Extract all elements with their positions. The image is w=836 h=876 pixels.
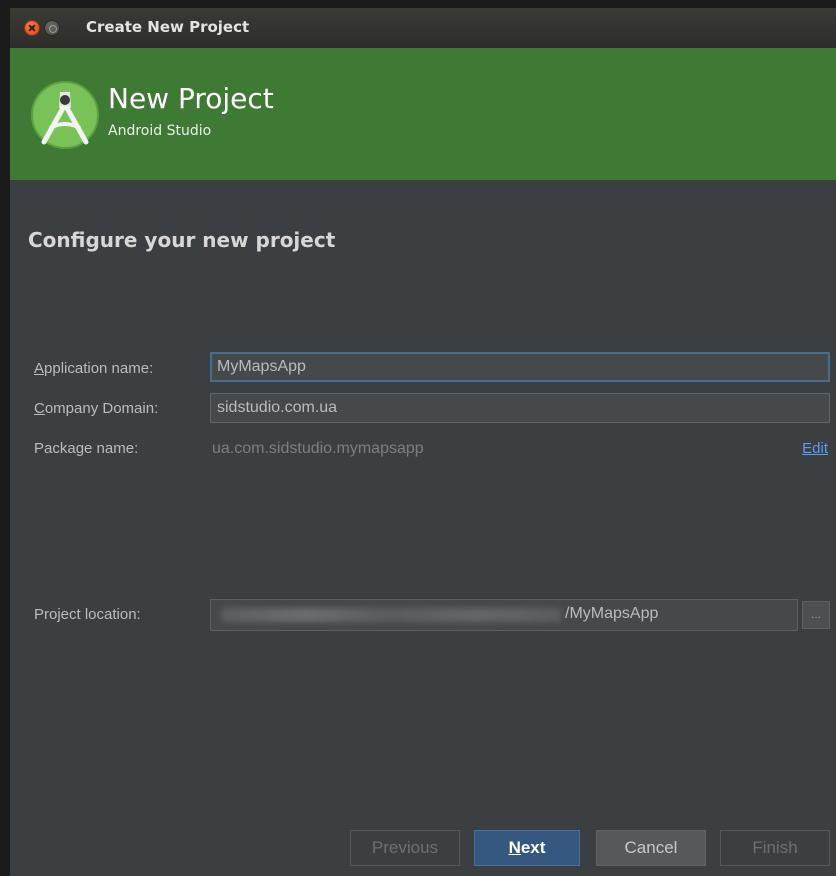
project-location-value: /MyMapsApp [565,605,659,622]
browse-button[interactable]: ... [802,601,830,629]
mnemonic-letter: N [508,838,521,857]
close-icon[interactable] [24,20,40,36]
mnemonic-letter: C [34,400,45,417]
next-label: ext [520,838,546,857]
page-title: Configure your new project [28,228,336,252]
header-subtitle: Android Studio [108,123,212,139]
minimize-icon[interactable] [44,20,60,36]
header-title: New Project [108,82,274,115]
edit-package-link[interactable]: Edit [802,440,828,457]
title-bar: Create New Project [10,8,836,49]
previous-button[interactable]: Previous [350,830,460,866]
create-new-project-window: Create New Project New Project Android S… [10,8,836,876]
mnemonic-letter: A [34,360,45,377]
application-name-label: Application name: [34,360,153,377]
blurred-path [221,608,561,622]
package-name-value: ua.com.sidstudio.mymapsapp [212,440,424,457]
package-name-label: Package name: [34,440,139,457]
project-location-input[interactable]: /MyMapsApp [210,599,798,631]
company-domain-input[interactable] [210,393,830,423]
application-name-input[interactable] [210,352,830,382]
label-text: pplication name: [44,360,154,377]
project-location-label: Project location: [34,606,141,623]
window-title: Create New Project [86,18,250,36]
next-button[interactable]: Next [474,830,580,866]
android-studio-logo-icon [31,81,99,149]
label-text: ompany Domain: [44,400,159,417]
company-domain-label: Company Domain: [34,400,158,417]
header-banner: New Project Android Studio [10,48,836,180]
finish-button[interactable]: Finish [720,830,830,866]
cancel-button[interactable]: Cancel [596,830,706,866]
